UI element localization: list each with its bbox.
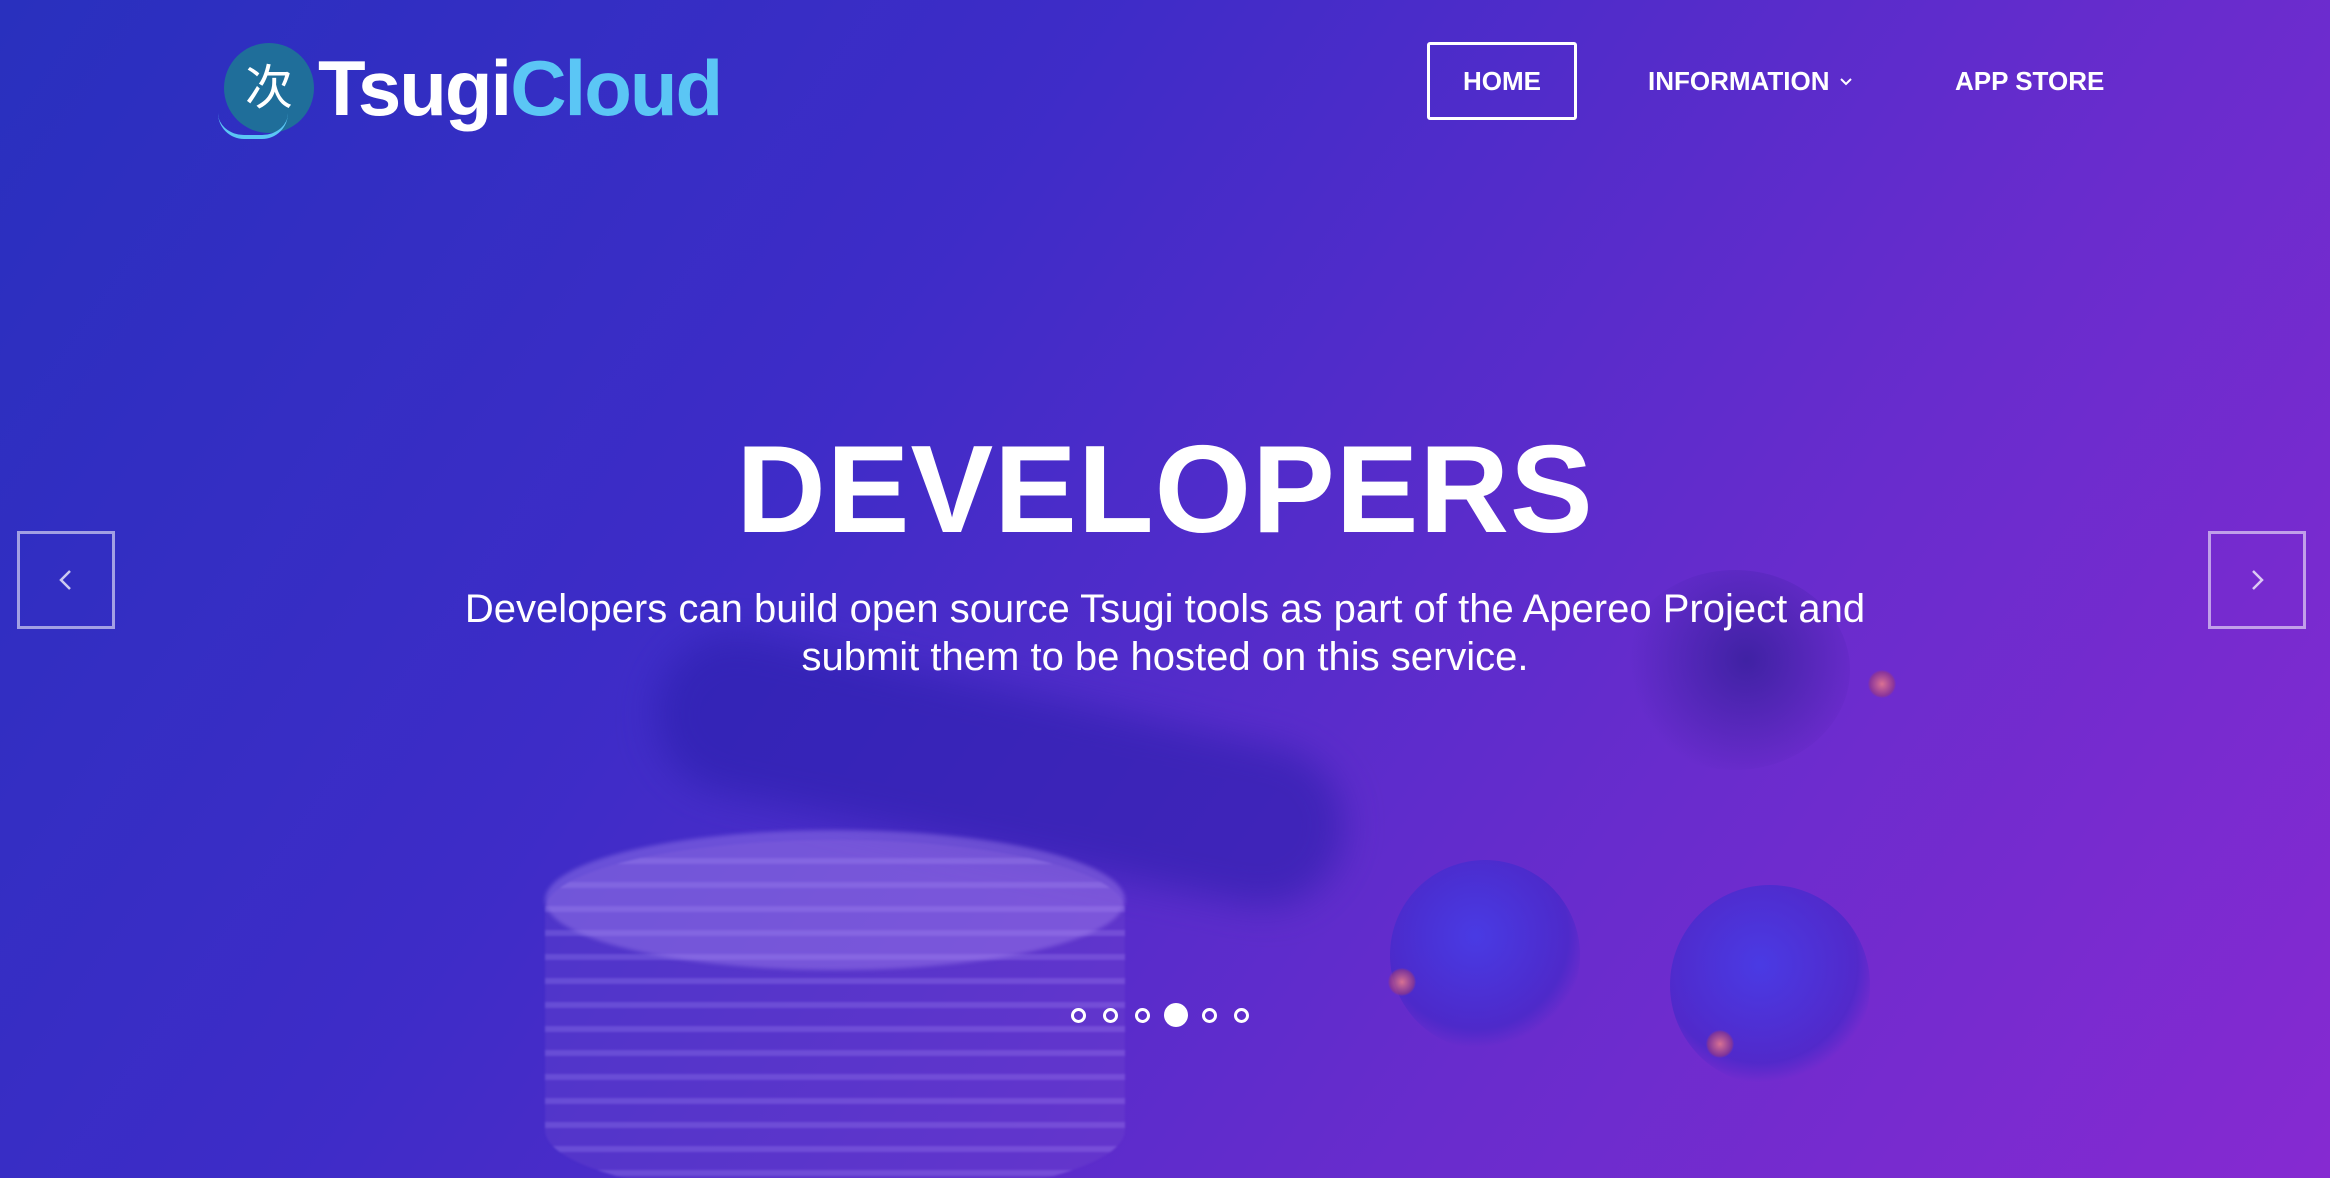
slide-description: Developers can build open source Tsugi t… xyxy=(464,587,1866,679)
nav-item-label: HOME xyxy=(1463,65,1541,96)
carousel-dot[interactable] xyxy=(1135,1007,1150,1023)
background-pen xyxy=(1670,885,1870,1085)
chevron-down-icon xyxy=(1839,78,1852,86)
nav-item-app-store[interactable]: APP STORE xyxy=(1955,42,2104,120)
carousel-dot[interactable] xyxy=(1234,1007,1249,1023)
carousel-dot[interactable] xyxy=(1071,1007,1086,1023)
background-pen xyxy=(1390,860,1580,1050)
nav-item-information[interactable]: INFORMATION xyxy=(1648,42,1854,120)
nav-item-label: APP STORE xyxy=(1955,65,2105,96)
nav-item-home[interactable]: HOME xyxy=(1427,42,1577,120)
background-pen-tip xyxy=(1706,1030,1734,1058)
slide-title: DEVELOPERS xyxy=(736,421,1594,559)
background-coin-stack xyxy=(545,840,1125,1178)
main-nav: HOME INFORMATION APP STORE xyxy=(0,42,2330,120)
carousel-indicators xyxy=(1071,1003,1266,1027)
background-pen-tip xyxy=(1388,968,1416,996)
carousel-dot[interactable] xyxy=(1202,1007,1217,1023)
carousel-dot[interactable] xyxy=(1164,1003,1188,1027)
chevron-left-icon xyxy=(59,570,71,590)
nav-item-label: INFORMATION xyxy=(1648,65,1830,96)
site-header: 次 TsugiCloud HOME INFORMATION APP STORE xyxy=(0,0,2330,165)
carousel-dot[interactable] xyxy=(1103,1007,1118,1023)
chevron-right-icon xyxy=(2252,570,2264,590)
background-coin-top xyxy=(545,830,1125,970)
carousel-prev-button[interactable] xyxy=(17,531,115,629)
carousel-next-button[interactable] xyxy=(2208,531,2306,629)
